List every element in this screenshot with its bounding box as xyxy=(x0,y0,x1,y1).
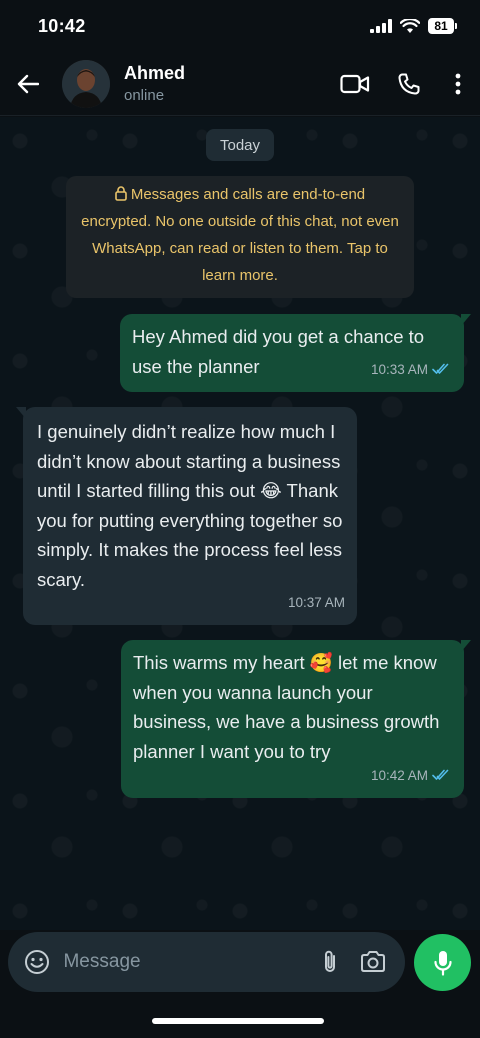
message-time: 10:42 AM xyxy=(370,767,428,783)
message-meta: 10:42 AM xyxy=(371,761,452,791)
encryption-notice[interactable]: Messages and calls are end-to-end encryp… xyxy=(66,176,414,298)
encryption-notice-text: Messages and calls are end-to-end encryp… xyxy=(81,186,399,284)
battery-indicator: 81 xyxy=(428,18,457,34)
double-check-icon xyxy=(432,363,449,375)
chat-header: Ahmed online xyxy=(0,52,480,116)
header-actions xyxy=(328,52,480,116)
double-check-icon xyxy=(432,769,449,781)
signal-icon xyxy=(370,19,392,33)
voice-message-button[interactable] xyxy=(414,934,471,991)
contact-name: Ahmed xyxy=(124,63,186,83)
contact-presence: online xyxy=(124,87,165,104)
message-incoming[interactable]: I genuinely didn’t realize how much I di… xyxy=(16,407,357,625)
message-meta: 10:37 AM xyxy=(288,588,345,618)
status-time: 10:42 xyxy=(38,15,86,36)
chat-area[interactable]: Today Messages and calls are end-to-end … xyxy=(0,117,480,930)
message-composer xyxy=(8,932,405,992)
home-indicator[interactable] xyxy=(152,1018,324,1024)
phone-icon xyxy=(398,73,420,94)
message-outgoing[interactable]: This warms my heart 🥰 let me know when y… xyxy=(121,640,471,798)
voice-call-button[interactable] xyxy=(382,52,436,116)
contact-info[interactable]: Ahmed online xyxy=(124,63,328,104)
message-time: 10:33 AM xyxy=(370,361,428,377)
emoji-icon xyxy=(24,950,49,974)
status-icons: 81 xyxy=(370,18,457,34)
message-time: 10:37 AM xyxy=(287,594,345,610)
mic-icon xyxy=(433,950,452,976)
back-arrow-icon xyxy=(17,74,39,93)
lock-icon xyxy=(115,186,127,201)
camera-icon xyxy=(361,951,386,972)
video-call-button[interactable] xyxy=(328,52,382,116)
attach-icon xyxy=(325,950,336,972)
more-options-button[interactable] xyxy=(436,52,480,116)
message-meta: 10:33 AM xyxy=(371,355,452,385)
message-text: I genuinely didn’t realize how much I di… xyxy=(37,421,343,590)
emoji-button[interactable] xyxy=(22,947,51,977)
more-vert-icon xyxy=(455,73,461,94)
bubble-tail xyxy=(16,407,26,419)
contact-avatar[interactable] xyxy=(62,59,110,108)
message-input[interactable] xyxy=(63,951,309,973)
avatar-image xyxy=(62,59,110,108)
back-button[interactable] xyxy=(0,52,56,116)
attach-button[interactable] xyxy=(308,940,351,984)
message-outgoing[interactable]: Hey Ahmed did you get a chance to use th… xyxy=(120,314,471,392)
status-bar: 10:42 81 xyxy=(0,0,480,52)
camera-button[interactable] xyxy=(352,940,395,984)
bubble-tail xyxy=(461,640,471,652)
bubble-tail xyxy=(461,314,471,326)
message-text: This warms my heart 🥰 let me know when y… xyxy=(133,652,440,762)
wifi-icon xyxy=(400,18,420,33)
video-call-icon xyxy=(340,74,370,93)
date-chip: Today xyxy=(206,129,274,161)
